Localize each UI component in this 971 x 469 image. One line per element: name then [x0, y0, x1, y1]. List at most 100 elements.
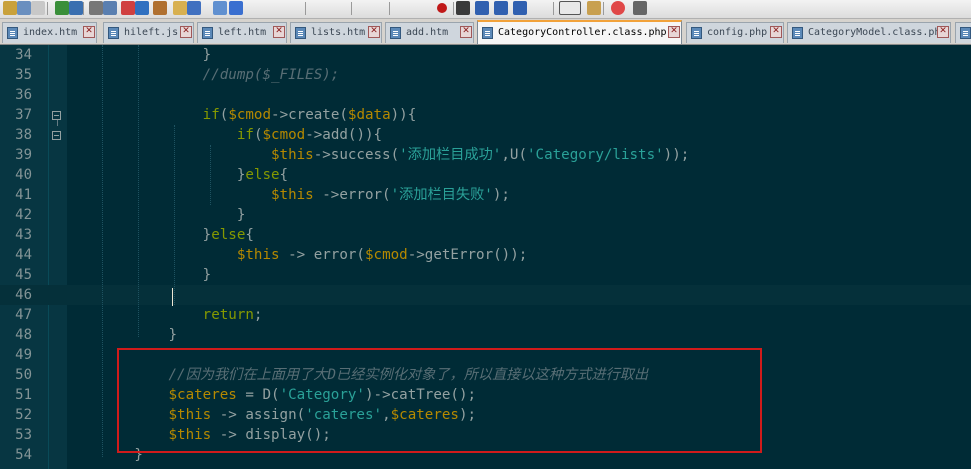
line-number: 52	[15, 407, 32, 423]
undo-icon[interactable]	[55, 1, 69, 15]
tab[interactable]: hileft.js ✕	[103, 22, 194, 43]
code-line[interactable]: 36	[0, 85, 971, 105]
bookmark-icon[interactable]	[587, 1, 601, 15]
redo-icon[interactable]	[69, 1, 83, 15]
code-line[interactable]: 37 if($cmod->create($data)){	[0, 105, 971, 125]
tab-label: add.htm	[406, 27, 449, 38]
file-icon	[691, 27, 702, 39]
tab-label: left.htm	[218, 27, 267, 38]
find-icon[interactable]	[103, 1, 117, 15]
tab-close-icon[interactable]: ✕	[668, 26, 680, 38]
tab-close-icon[interactable]: ✕	[83, 26, 95, 38]
code-text: }else{	[66, 165, 288, 185]
code-line-current[interactable]: 46	[0, 285, 971, 305]
code-line[interactable]: 47 return;	[0, 305, 971, 325]
code-token: {	[279, 167, 289, 183]
line-number: 51	[15, 387, 32, 403]
code-line[interactable]: 43 }else{	[0, 225, 971, 245]
wrap-icon[interactable]	[187, 1, 201, 15]
fold-toggle-icon[interactable]	[52, 131, 61, 140]
tab-close-icon[interactable]: ✕	[937, 26, 949, 38]
tab[interactable]: add.htm ✕	[385, 22, 474, 43]
code-line[interactable]: 41 $this ->error('添加栏目失败');	[0, 185, 971, 205]
code-text: //dump($_FILES);	[66, 65, 340, 85]
tab-label: CategoryModel.class.php	[808, 27, 947, 38]
print-icon[interactable]	[89, 1, 103, 15]
tab-close-icon[interactable]: ✕	[273, 26, 285, 38]
code-line[interactable]: 45 }	[0, 265, 971, 285]
line-number: 49	[15, 347, 32, 363]
save-macro-icon[interactable]	[513, 1, 527, 15]
line-number: 48	[15, 327, 32, 343]
line-number: 43	[15, 227, 32, 243]
toolbar-separator	[389, 2, 390, 15]
indent-guide-icon[interactable]	[213, 1, 227, 15]
code-token: )){	[390, 107, 417, 123]
code-line[interactable]: 34 }	[0, 45, 971, 65]
new-file-icon[interactable]	[173, 1, 187, 15]
tab[interactable]: lists.htm ✕	[290, 22, 382, 43]
tab[interactable]: left.htm ✕	[197, 22, 287, 43]
code-line[interactable]: 48 }	[0, 325, 971, 345]
tab-close-icon[interactable]: ✕	[770, 26, 782, 38]
code-line[interactable]: 40 }else{	[0, 165, 971, 185]
tab[interactable]: index.htm ✕	[2, 22, 97, 43]
line-number: 34	[15, 47, 32, 63]
tab-close-icon[interactable]: ✕	[460, 26, 472, 38]
toolbar-separator	[603, 2, 604, 15]
code-token: return	[202, 307, 254, 323]
code-text: if($cmod->add()){	[66, 125, 382, 145]
code-editor[interactable]: 34 } 35 //dump($_FILES); 36 37 if($cmod->cr…	[0, 45, 971, 469]
code-line[interactable]: 42 }	[0, 205, 971, 225]
show-all-icon[interactable]	[229, 1, 243, 15]
code-token: $data	[347, 107, 391, 123]
tab-overflow[interactable]	[955, 22, 971, 43]
sync-icon[interactable]	[153, 1, 167, 15]
code-text: return;	[66, 305, 263, 325]
code-token: //dump($_FILES);	[66, 67, 340, 83]
toolbar-separator	[305, 2, 306, 15]
tab-label: lists.htm	[311, 27, 366, 38]
code-token: $this	[236, 247, 280, 263]
code-line[interactable]: 44 $this -> error($cmod->getError());	[0, 245, 971, 265]
tab-close-icon[interactable]: ✕	[368, 26, 380, 38]
code-line[interactable]: 38 if($cmod->add()){	[0, 125, 971, 145]
play-macro-icon[interactable]	[475, 1, 489, 15]
record-macro-icon[interactable]	[437, 3, 447, 13]
file-icon	[390, 27, 401, 39]
tab-close-icon[interactable]: ✕	[180, 26, 192, 38]
file-icon	[202, 27, 213, 39]
indent-guide	[102, 45, 104, 457]
run-macro-icon[interactable]	[494, 1, 508, 15]
cut-icon[interactable]	[3, 1, 17, 15]
line-number: 42	[15, 207, 32, 223]
monitor-icon[interactable]	[633, 1, 647, 15]
toolbar	[0, 0, 971, 19]
code-line[interactable]: 35 //dump($_FILES);	[0, 65, 971, 85]
tab[interactable]: config.php ✕	[686, 22, 784, 43]
stop-macro-icon[interactable]	[456, 1, 470, 15]
file-icon	[792, 27, 803, 39]
heart-icon[interactable]	[611, 1, 625, 15]
ds-icon[interactable]	[559, 1, 581, 15]
code-text: $this -> error($cmod->getError());	[66, 245, 527, 265]
tab-active[interactable]: CategoryController.class.php ✕	[477, 20, 682, 44]
code-line[interactable]: 39 $this->success('添加栏目成功',U('Category/l…	[0, 145, 971, 165]
code-token: }	[66, 167, 246, 183]
line-number: 54	[15, 447, 32, 463]
zoom-out-icon[interactable]	[135, 1, 149, 15]
code-token: ->error(	[313, 187, 391, 203]
code-text: $this->success('添加栏目成功',U('Category/list…	[66, 145, 689, 165]
fold-toggle-icon[interactable]	[52, 111, 61, 120]
indent-guide	[210, 145, 212, 205]
line-number: 46	[15, 287, 32, 303]
annotation-highlight-box	[117, 348, 762, 453]
code-token: ;	[253, 307, 263, 323]
tab[interactable]: CategoryModel.class.php ✕	[787, 22, 951, 43]
zoom-in-icon[interactable]	[121, 1, 135, 15]
copy-icon[interactable]	[17, 1, 31, 15]
paste-icon[interactable]	[31, 1, 45, 15]
